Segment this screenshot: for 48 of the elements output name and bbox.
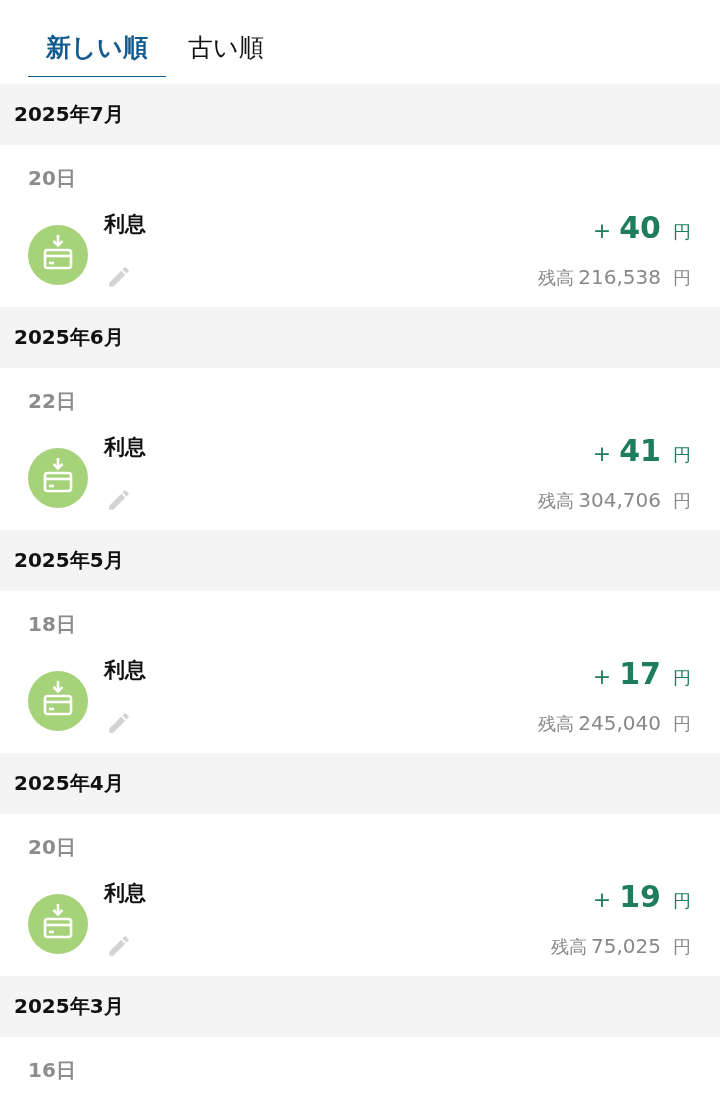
balance-value: 216,538 xyxy=(578,265,661,289)
day-label: 20日 xyxy=(28,165,76,192)
day-label: 20日 xyxy=(28,834,76,861)
amount-value: 19 xyxy=(619,879,661,914)
edit-pencil-icon[interactable] xyxy=(106,710,132,736)
currency-unit: 円 xyxy=(673,889,691,913)
balance-value: 304,706 xyxy=(578,488,661,512)
month-header: 2025年4月 xyxy=(0,753,720,814)
amount-value: 17 xyxy=(619,656,661,691)
amount-value: 40 xyxy=(619,210,661,245)
currency-unit: 円 xyxy=(673,220,691,244)
amount-sign: + xyxy=(592,887,612,912)
month-header: 2025年7月 xyxy=(0,84,720,145)
sort-tab[interactable]: 新しい順 xyxy=(28,22,166,77)
month-header: 2025年5月 xyxy=(0,530,720,591)
balance-value: 75,025 xyxy=(591,934,661,958)
sort-tab[interactable]: 古い順 xyxy=(170,22,282,77)
balance-label: 残高 xyxy=(538,266,575,290)
balance-value: 245,040 xyxy=(578,711,661,735)
balance-label: 残高 xyxy=(538,712,575,736)
edit-pencil-icon[interactable] xyxy=(106,264,132,290)
deposit-card-icon xyxy=(28,225,88,285)
amount-sign: + xyxy=(592,664,612,689)
balance-label: 残高 xyxy=(538,489,575,513)
currency-unit: 円 xyxy=(673,443,691,467)
transaction-title: 利息 xyxy=(104,211,146,238)
currency-unit: 円 xyxy=(673,666,691,690)
deposit-card-icon xyxy=(28,671,88,731)
deposit-card-icon xyxy=(28,448,88,508)
day-label: 16日 xyxy=(28,1057,76,1084)
deposit-card-icon xyxy=(28,894,88,954)
transaction-title: 利息 xyxy=(104,657,146,684)
currency-unit: 円 xyxy=(673,266,691,290)
currency-unit: 円 xyxy=(673,489,691,513)
day-label: 22日 xyxy=(28,388,76,415)
edit-pencil-icon[interactable] xyxy=(106,487,132,513)
amount-value: 41 xyxy=(619,433,661,468)
month-header: 2025年3月 xyxy=(0,976,720,1037)
day-label: 18日 xyxy=(28,611,76,638)
transaction-title: 利息 xyxy=(104,880,146,907)
balance-label: 残高 xyxy=(551,935,587,959)
edit-pencil-icon[interactable] xyxy=(106,933,132,959)
transaction-title: 利息 xyxy=(104,434,146,461)
amount-sign: + xyxy=(592,218,612,243)
month-header: 2025年6月 xyxy=(0,307,720,368)
currency-unit: 円 xyxy=(673,935,691,959)
amount-sign: + xyxy=(592,441,612,466)
currency-unit: 円 xyxy=(673,712,691,736)
